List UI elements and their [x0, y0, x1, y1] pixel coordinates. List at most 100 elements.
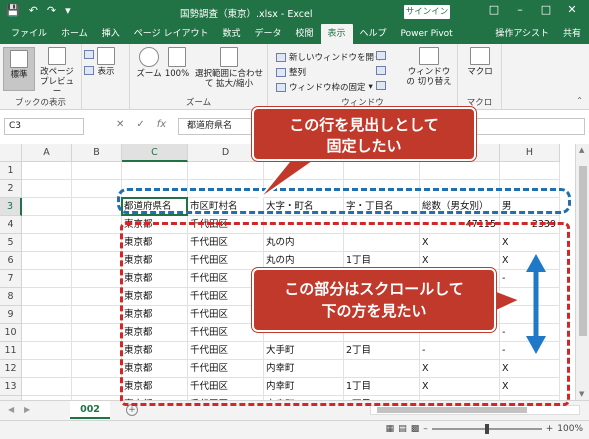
name-box[interactable]: C3 — [4, 118, 84, 135]
cell-b5[interactable] — [72, 234, 122, 252]
row-header-2[interactable]: 2 — [0, 180, 22, 198]
row-header-5[interactable]: 5 — [0, 234, 22, 252]
row-header-7[interactable]: 7 — [0, 270, 22, 288]
zoom-slider-knob[interactable] — [484, 424, 489, 434]
cell-b3[interactable] — [72, 198, 122, 216]
function-icon[interactable]: fx — [157, 119, 166, 130]
tab-4[interactable]: 数式 — [215, 24, 247, 44]
normal-view-button[interactable]: 標準 — [3, 47, 35, 91]
cell-a12[interactable] — [22, 360, 72, 378]
page-break-status-icon[interactable]: ▩ — [411, 424, 420, 434]
collapse-ribbon-icon[interactable]: ⌃ — [576, 96, 583, 105]
column-header-a[interactable]: A — [22, 144, 72, 162]
row-header-9[interactable]: 9 — [0, 306, 22, 324]
row-header-13[interactable]: 13 — [0, 378, 22, 396]
horizontal-scrollbar[interactable] — [370, 405, 580, 415]
cell-b7[interactable] — [72, 270, 122, 288]
zoom-out-icon[interactable]: – — [423, 424, 428, 434]
save-icon[interactable]: 💾 — [6, 4, 20, 17]
cell-a8[interactable] — [22, 288, 72, 306]
row-header-6[interactable]: 6 — [0, 252, 22, 270]
new-window-button[interactable]: 新しいウィンドウを開く — [276, 51, 383, 63]
page-break-preview-button[interactable]: 改ページ プレビュー — [36, 47, 78, 97]
minimize-icon[interactable]: – — [507, 3, 533, 16]
unhide-button[interactable] — [376, 81, 386, 90]
show-button[interactable]: 表示 — [92, 47, 120, 77]
cell-a5[interactable] — [22, 234, 72, 252]
switch-windows-button[interactable]: ウィンドウの 切り替え — [404, 47, 454, 87]
select-all-corner[interactable] — [0, 144, 22, 162]
cell-a10[interactable] — [22, 324, 72, 342]
zoom-button[interactable]: ズーム — [134, 47, 164, 79]
redo-icon[interactable]: ↷ — [47, 4, 56, 17]
macro-button[interactable]: マクロ — [464, 47, 496, 77]
tab-9[interactable]: Power Pivot — [394, 24, 460, 44]
cell-e1[interactable] — [264, 162, 344, 180]
cell-a11[interactable] — [22, 342, 72, 360]
arrange-button[interactable]: 整列 — [276, 66, 306, 78]
cell-b11[interactable] — [72, 342, 122, 360]
cell-a4[interactable] — [22, 216, 72, 234]
tell-me-button[interactable]: 操作アシスト — [493, 24, 551, 44]
cell-g1[interactable] — [420, 162, 500, 180]
row-header-10[interactable]: 10 — [0, 324, 22, 342]
customize-qat-icon[interactable]: ▾ — [65, 4, 71, 17]
cell-a3[interactable] — [22, 198, 72, 216]
column-header-h[interactable]: H — [500, 144, 560, 162]
cell-b13[interactable] — [72, 378, 122, 396]
cell-b1[interactable] — [72, 162, 122, 180]
column-header-b[interactable]: B — [72, 144, 122, 162]
hide-button[interactable] — [376, 66, 386, 75]
cell-a1[interactable] — [22, 162, 72, 180]
row-header-4[interactable]: 4 — [0, 216, 22, 234]
split-button[interactable] — [376, 51, 386, 60]
tab-8[interactable]: ヘルプ — [353, 24, 394, 44]
undo-icon[interactable]: ↶ — [29, 4, 38, 17]
zoom-100-button[interactable]: 100% — [164, 47, 190, 79]
sheet-tab-002[interactable]: 002 — [70, 401, 110, 419]
cancel-icon[interactable]: ✕ — [116, 119, 124, 130]
cell-a6[interactable] — [22, 252, 72, 270]
cell-b6[interactable] — [72, 252, 122, 270]
column-header-c[interactable]: C — [122, 144, 188, 162]
cell-a2[interactable] — [22, 180, 72, 198]
zoom-level[interactable]: 100% — [557, 424, 583, 434]
close-icon[interactable]: ✕ — [559, 3, 585, 16]
tab-5[interactable]: データ — [247, 24, 288, 44]
ribbon-display-icon[interactable]: □ — [481, 3, 507, 16]
cell-b4[interactable] — [72, 216, 122, 234]
zoom-to-selection-button[interactable]: 選択範囲に合わせて 拡大/縮小 — [192, 47, 266, 89]
sheet-prev-icon[interactable]: ◀ — [8, 405, 14, 414]
row-header-1[interactable]: 1 — [0, 162, 22, 180]
enter-icon[interactable]: ✓ — [136, 119, 144, 130]
cell-a7[interactable] — [22, 270, 72, 288]
normal-view-status-icon[interactable]: ▦ — [386, 424, 395, 434]
tab-0[interactable]: ファイル — [4, 24, 54, 44]
cell-f1[interactable] — [344, 162, 420, 180]
tab-3[interactable]: ページ レイアウト — [127, 24, 216, 44]
tab-6[interactable]: 校閲 — [288, 24, 320, 44]
cell-h1[interactable] — [500, 162, 560, 180]
row-header-11[interactable]: 11 — [0, 342, 22, 360]
page-layout-status-icon[interactable]: ▤ — [398, 424, 407, 434]
signin-button[interactable]: サインイン — [404, 5, 450, 19]
vertical-scroll-thumb[interactable] — [579, 166, 587, 336]
cell-a9[interactable] — [22, 306, 72, 324]
zoom-in-icon[interactable]: + — [546, 424, 554, 434]
cell-b10[interactable] — [72, 324, 122, 342]
zoom-slider[interactable] — [431, 424, 542, 434]
cell-c1[interactable] — [122, 162, 188, 180]
sheet-next-icon[interactable]: ▶ — [24, 405, 30, 414]
row-header-8[interactable]: 8 — [0, 288, 22, 306]
scroll-up-icon[interactable]: ▲ — [579, 146, 584, 154]
scroll-down-icon[interactable]: ▼ — [579, 390, 584, 398]
tab-1[interactable]: ホーム — [54, 24, 95, 44]
cell-b2[interactable] — [72, 180, 122, 198]
cell-d1[interactable] — [188, 162, 264, 180]
cell-a13[interactable] — [22, 378, 72, 396]
row-header-3[interactable]: 3 — [0, 198, 22, 216]
share-button[interactable]: 共有 — [561, 24, 583, 44]
row-header-12[interactable]: 12 — [0, 360, 22, 378]
cell-b9[interactable] — [72, 306, 122, 324]
tab-7[interactable]: 表示 — [320, 24, 353, 44]
